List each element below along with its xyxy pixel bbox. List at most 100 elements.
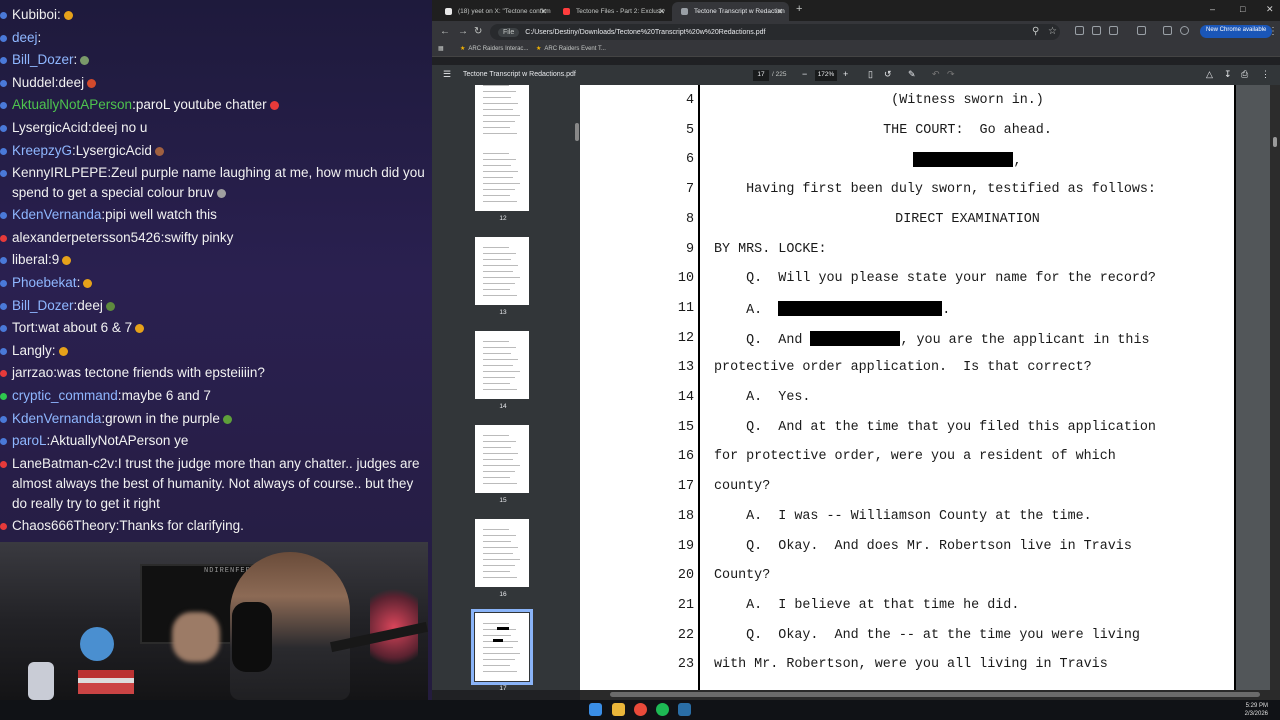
hamburger-menu-icon[interactable]: ☰	[443, 69, 451, 80]
chat-text: AktuallyNotAPerson ye	[50, 433, 189, 449]
chat-username[interactable]: jarrzao	[12, 365, 53, 380]
line-text: ,	[580, 152, 1235, 169]
page-thumbnail[interactable]	[475, 519, 529, 587]
update-button[interactable]: New Chrome available	[1200, 25, 1273, 38]
chat-username[interactable]: KdenVernanda	[12, 411, 101, 426]
page-thumbnail[interactable]	[475, 237, 529, 305]
chat-username[interactable]: alexanderpetersson5426	[12, 230, 161, 245]
chat-text: paroL youtube chatter	[135, 97, 267, 113]
line-number: 12	[677, 330, 694, 346]
fit-page-icon[interactable]: ▯	[868, 69, 873, 80]
line-text: (Witness sworn in.)	[891, 93, 1044, 108]
url-field[interactable]: File C:/Users/Destiny/Downloads/Tectone%2…	[490, 24, 1060, 40]
reload-icon[interactable]: ↻	[474, 26, 482, 37]
browser-tab[interactable]: Tectone Transcript w Redaction ✕	[672, 2, 789, 21]
close-window-button[interactable]: ✕	[1266, 4, 1274, 15]
vertical-scroll-thumb[interactable]	[1273, 137, 1277, 147]
chat-message: cryptic_command:maybe 6 and 7	[0, 385, 428, 408]
download-icon[interactable]	[1163, 26, 1172, 35]
chat-message: Langly:	[0, 340, 428, 363]
steam-icon[interactable]	[678, 703, 691, 716]
chat-username[interactable]: LysergicAcid	[12, 120, 88, 135]
apps-icon[interactable]: ▦	[438, 45, 444, 52]
draw-icon[interactable]: ✎	[908, 69, 916, 80]
line-prefix: Q. And	[714, 332, 811, 348]
chat-username[interactable]: AktuallyNotAPerson	[12, 97, 132, 112]
browser-tab[interactable]: (18) yeet on X: "Tectone confirm ✕	[436, 2, 553, 21]
bookmark-arc-event[interactable]: ★ ARC Raiders Event T...	[536, 45, 606, 52]
zoom-input[interactable]: 172%	[815, 70, 837, 81]
print-icon[interactable]: ⎙	[1241, 69, 1248, 80]
page-thumbnail[interactable]	[475, 85, 529, 143]
viewer-horizontal-scrollbar[interactable]	[580, 690, 1280, 700]
bookmark-label: ARC Raiders Interac...	[468, 46, 529, 52]
chat-username[interactable]: Chaos666Theory	[12, 518, 116, 533]
chat-username[interactable]: paroL	[12, 433, 47, 448]
spotify-icon[interactable]	[656, 703, 669, 716]
undo-icon[interactable]: ↶	[932, 69, 940, 80]
extension-icon[interactable]	[1109, 26, 1118, 35]
bookmark-arc-interactive[interactable]: ★ ARC Raiders Interac...	[460, 45, 528, 52]
chat-username[interactable]: Nuddel	[12, 75, 55, 90]
chat-message: Chaos666Theory:Thanks for clarifying.	[0, 515, 428, 538]
line-text: Having first been duly sworn, testified …	[714, 182, 1156, 198]
redo-icon[interactable]: ↷	[947, 69, 955, 80]
tab-close-icon[interactable]: ✕	[658, 7, 665, 16]
chat-username[interactable]: cryptic_command	[12, 388, 118, 403]
transcript-line: 21 A. I believe at that time he did.	[580, 598, 1235, 628]
chat-username[interactable]: Tort	[12, 320, 35, 335]
chat-username[interactable]: liberal	[12, 252, 48, 267]
chat-username[interactable]: Bill_Dozer	[12, 298, 74, 313]
chat-username[interactable]: KreepzyG	[12, 143, 72, 158]
chat-text: pipi well watch this	[105, 207, 217, 223]
thumbnail-scroll-thumb[interactable]	[575, 123, 579, 141]
line-number: 11	[677, 300, 694, 316]
tab-close-icon[interactable]: ✕	[540, 7, 547, 16]
maximize-button[interactable]: □	[1240, 4, 1245, 14]
chrome-icon[interactable]	[634, 703, 647, 716]
profile-icon[interactable]	[1180, 26, 1189, 35]
chat-username[interactable]: Kubiboi	[12, 7, 57, 22]
chat-colon: :	[51, 342, 56, 358]
page-thumbnail[interactable]	[471, 609, 533, 685]
chat-username[interactable]: LaneBatman-c2v	[12, 456, 114, 471]
sidepanel-icon[interactable]	[1137, 26, 1146, 35]
page-thumbnail[interactable]	[475, 331, 529, 399]
kebab-menu-icon[interactable]: ⋮	[1268, 26, 1278, 37]
pdf-viewer[interactable]: 4 (Witness sworn in.) 5 THE COURT: Go ahead…	[580, 85, 1270, 690]
tab-close-icon[interactable]: ✕	[776, 7, 783, 16]
more-options-icon[interactable]: ⋮	[1261, 69, 1270, 80]
chat-panel: Kubiboi: deej: Bill_Dozer: Nuddel:deej Aktua…	[0, 4, 428, 537]
zoom-out-icon[interactable]: −	[802, 69, 807, 79]
download-pdf-icon[interactable]: ↧	[1224, 69, 1232, 80]
new-tab-button[interactable]: +	[796, 3, 802, 15]
drive-icon[interactable]: △	[1206, 69, 1213, 80]
chat-username[interactable]: Phoebekat	[12, 275, 77, 290]
horizontal-scroll-thumb[interactable]	[610, 692, 1260, 697]
extension-icon[interactable]	[1075, 26, 1084, 35]
chat-username[interactable]: Bill_Dozer	[12, 52, 74, 67]
search-icon[interactable]: ⚲	[1032, 26, 1039, 37]
chrome-window: (18) yeet on X: "Tectone confirm ✕ Tectone…	[432, 0, 1280, 700]
zoom-in-icon[interactable]: +	[843, 69, 848, 79]
chat-text: wat about 6 & 7	[38, 320, 133, 336]
start-icon[interactable]	[589, 703, 602, 716]
back-icon[interactable]: ←	[440, 26, 450, 37]
chat-username[interactable]: deej	[12, 30, 38, 45]
rotate-icon[interactable]: ↺	[884, 69, 892, 80]
file-explorer-icon[interactable]	[612, 703, 625, 716]
extension-icon[interactable]	[1092, 26, 1101, 35]
minimize-button[interactable]: –	[1210, 4, 1215, 14]
chat-username[interactable]: Langly	[12, 343, 52, 358]
line-text: BY MRS. LOCKE:	[714, 241, 827, 257]
viewer-vertical-scrollbar[interactable]	[1270, 85, 1280, 690]
browser-tab[interactable]: Tectone Files - Part 2: Exclusiv ✕	[554, 2, 671, 21]
chat-username[interactable]: KdenVernanda	[12, 207, 101, 222]
chat-username[interactable]: KennyIRLPEPE	[12, 165, 107, 180]
forward-icon[interactable]: →	[458, 26, 468, 37]
page-thumbnail[interactable]	[475, 143, 529, 211]
bookmark-star-icon[interactable]: ☆	[1048, 26, 1057, 37]
page-number-input[interactable]: 17	[753, 70, 769, 81]
page-thumbnail[interactable]	[475, 425, 529, 493]
chat-message: Nuddel:deej	[0, 72, 428, 95]
